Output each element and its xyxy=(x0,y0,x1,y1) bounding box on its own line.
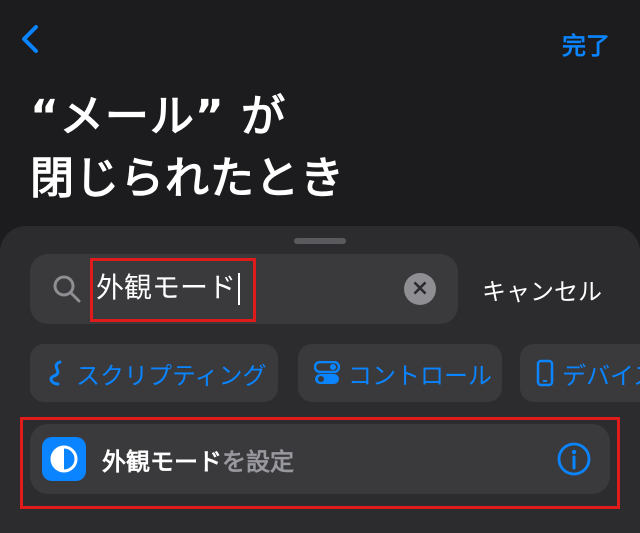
chip-label-control: コントロール xyxy=(348,361,492,390)
chip-label-device: デバイス xyxy=(562,361,640,390)
chip-device[interactable]: デバイス xyxy=(520,344,640,402)
chevron-left-icon xyxy=(22,25,38,53)
phone-icon xyxy=(536,359,554,387)
sheet-grabber[interactable] xyxy=(294,238,346,244)
done-button[interactable]: 完了 xyxy=(562,26,610,61)
chip-scripting[interactable]: スクリプティング xyxy=(30,344,278,402)
clear-icon: × xyxy=(410,276,430,301)
search-highlight-box xyxy=(90,258,256,322)
scripting-icon xyxy=(49,360,62,386)
chip-control[interactable]: コントロール xyxy=(298,344,502,402)
cancel-button[interactable]: キャンセル xyxy=(482,272,602,307)
back-button[interactable] xyxy=(14,22,48,56)
clear-button[interactable]: × xyxy=(404,273,436,305)
action-highlight-box xyxy=(20,417,620,509)
search-icon xyxy=(53,275,81,303)
title-line-1: “メール” が xyxy=(30,91,287,142)
title-line-2: 閉じられたとき xyxy=(30,153,345,204)
page-title: “メール” が 閉じられたとき xyxy=(30,86,345,210)
toggle-icon xyxy=(314,361,340,384)
chip-label-scripting: スクリプティング xyxy=(76,361,267,390)
